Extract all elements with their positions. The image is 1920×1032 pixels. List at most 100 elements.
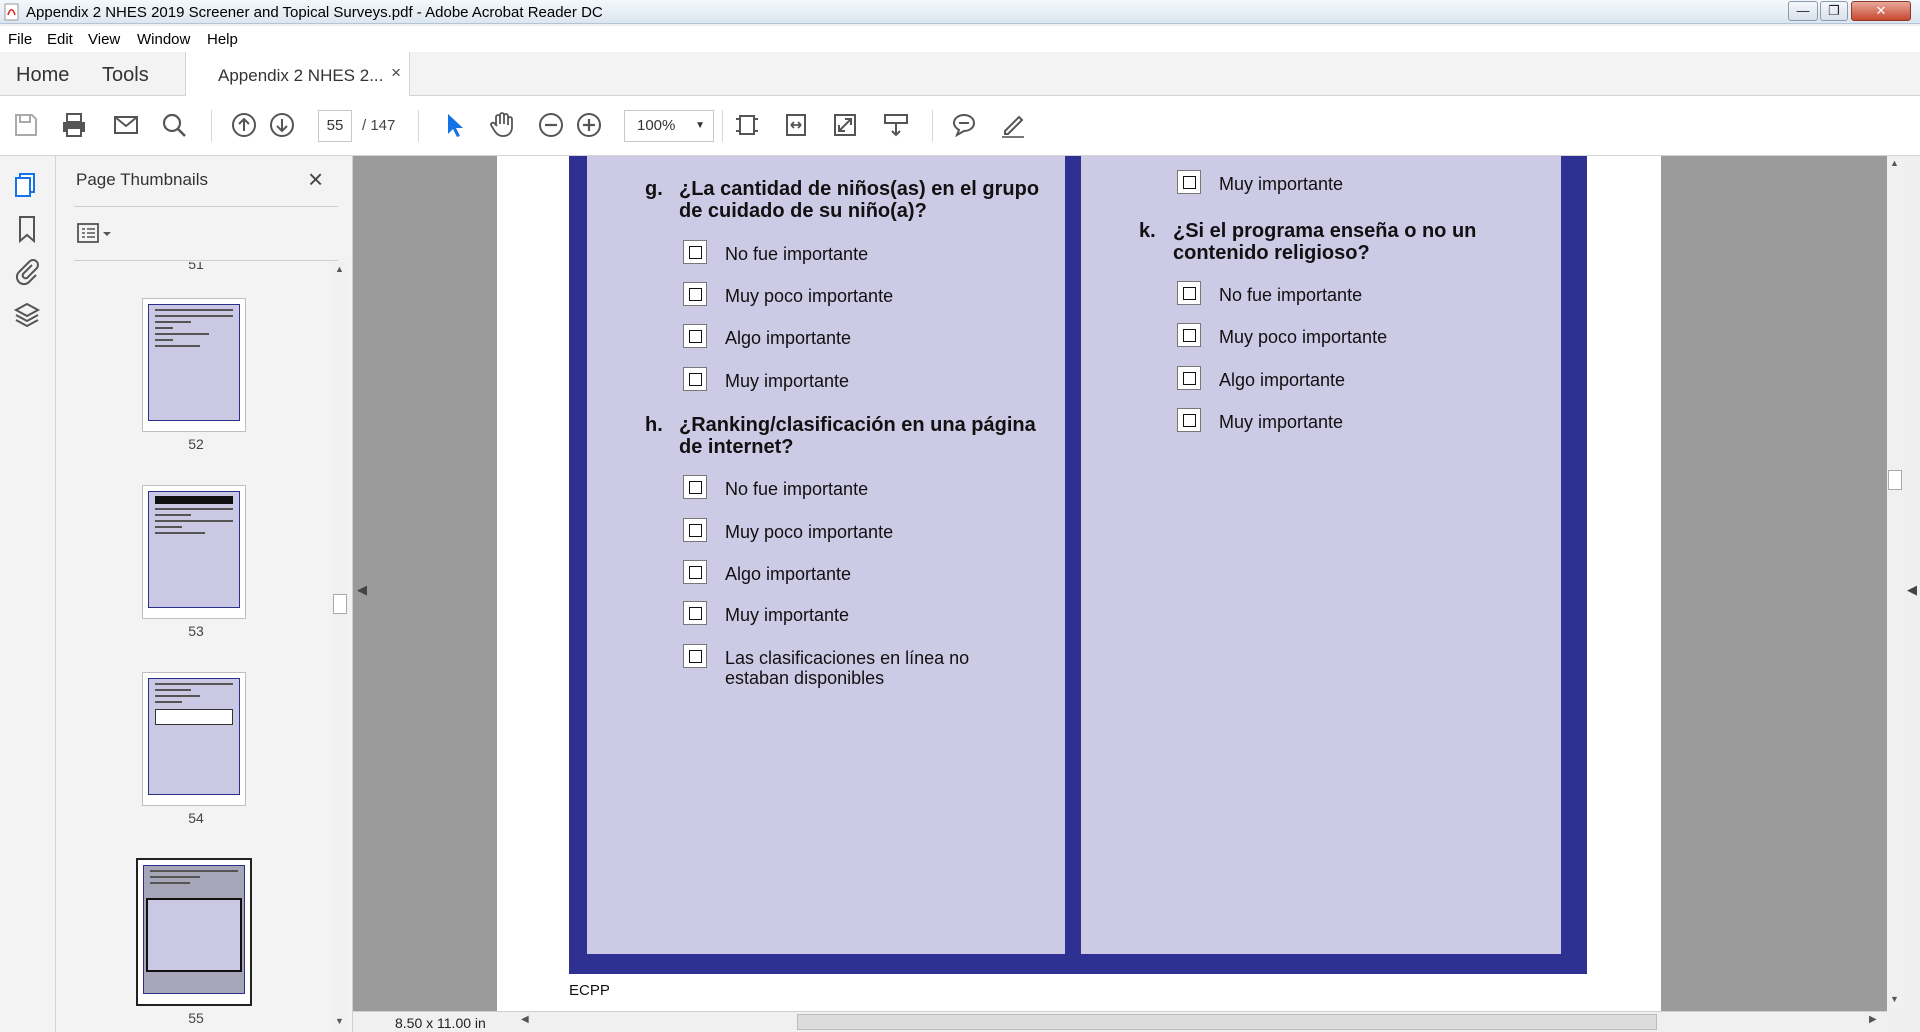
document-tab-label: Appendix 2 NHES 2...	[218, 66, 384, 85]
checkbox[interactable]	[1177, 366, 1201, 390]
right-pane: ▲ ▼ ◀	[1887, 156, 1920, 1032]
scroll-down-arrow-icon[interactable]: ▼	[1890, 994, 1899, 1004]
thumbnail-list: 51 52 53 54 55	[56, 262, 332, 1032]
checkbox[interactable]	[1177, 170, 1201, 194]
checkbox[interactable]	[683, 282, 707, 306]
option-label: Muy importante	[1219, 412, 1344, 432]
scrolling-mode-icon[interactable]	[880, 109, 912, 141]
search-icon[interactable]	[158, 109, 190, 141]
fit-width-icon[interactable]	[780, 109, 812, 141]
document-viewer[interactable]: ◀ g. ¿La cantidad de niños(as) en el gru…	[353, 156, 1887, 1011]
page-thumbnails-panel: Page Thumbnails × 51 52 53 54 55 ▲ ▼	[56, 156, 353, 1032]
email-icon[interactable]	[110, 109, 142, 141]
option-label: Algo importante	[725, 328, 852, 348]
expand-right-panel-icon[interactable]: ◀	[1907, 582, 1917, 598]
close-window-button[interactable]: ✕	[1851, 1, 1911, 21]
option-label: Algo importante	[1219, 370, 1346, 390]
question-letter: k.	[1139, 220, 1156, 242]
print-icon[interactable]	[58, 109, 90, 141]
thumbnail-scrollbar[interactable]: ▲ ▼	[332, 262, 348, 1032]
zoom-out-icon[interactable]	[535, 109, 567, 141]
scroll-left-arrow-icon[interactable]: ◀	[521, 1014, 529, 1025]
collapse-left-panel-icon[interactable]: ◀	[357, 582, 367, 598]
question-text: ¿La cantidad de niños(as) en el grupo de…	[679, 178, 1040, 222]
scroll-right-arrow-icon[interactable]: ▶	[1869, 1014, 1877, 1025]
attachment-icon[interactable]	[12, 256, 42, 286]
thumbnail-options-icon[interactable]	[76, 220, 116, 246]
checkbox[interactable]	[683, 367, 707, 391]
option-label: Muy importante	[725, 605, 850, 625]
toolbar: 55 / 147 100% ▼	[0, 96, 1920, 156]
thumbnail-page-number: 52	[188, 436, 204, 452]
minimize-button[interactable]: —	[1788, 1, 1818, 21]
checkbox[interactable]	[683, 240, 707, 264]
menu-bar: File Edit View Window Help	[0, 26, 1920, 52]
form-frame: g. ¿La cantidad de niños(as) en el grupo…	[569, 156, 1587, 974]
menu-view[interactable]: View	[88, 31, 120, 48]
maximize-button[interactable]: ❐	[1820, 1, 1848, 21]
page-footer-label: ECPP	[569, 982, 610, 999]
window-title: Appendix 2 NHES 2019 Screener and Topica…	[26, 4, 603, 21]
toolbar-separator	[418, 110, 419, 142]
select-tool-icon[interactable]	[438, 109, 470, 141]
scroll-down-arrow-icon[interactable]: ▼	[335, 1016, 344, 1026]
highlight-pen-icon[interactable]	[997, 109, 1029, 141]
page-number-input[interactable]: 55	[318, 110, 352, 142]
option-label: Muy poco importante	[1219, 327, 1388, 347]
page-thumbnail[interactable]	[142, 485, 246, 619]
option-label: Muy importante	[1219, 174, 1344, 194]
scroll-thumb[interactable]	[333, 594, 347, 614]
close-panel-icon[interactable]: ×	[308, 164, 323, 195]
checkbox[interactable]	[683, 560, 707, 584]
fit-page-icon[interactable]	[731, 109, 763, 141]
previous-page-icon[interactable]	[228, 109, 260, 141]
hand-tool-icon[interactable]	[486, 109, 518, 141]
comment-icon[interactable]	[948, 109, 980, 141]
checkbox[interactable]	[683, 601, 707, 625]
scroll-up-arrow-icon[interactable]: ▲	[1890, 158, 1899, 168]
horizontal-scroll-thumb[interactable]	[797, 1014, 1657, 1030]
panel-title: Page Thumbnails	[76, 170, 208, 189]
checkbox[interactable]	[1177, 281, 1201, 305]
scroll-up-arrow-icon[interactable]: ▲	[335, 264, 344, 274]
checkbox[interactable]	[1177, 323, 1201, 347]
title-bar: Appendix 2 NHES 2019 Screener and Topica…	[0, 0, 1920, 24]
checkbox[interactable]	[683, 475, 707, 499]
thumbnail-page-number: 55	[188, 1010, 204, 1026]
layers-icon[interactable]	[12, 300, 42, 330]
page-thumbnail-current[interactable]	[136, 858, 252, 1006]
tab-tools[interactable]: Tools	[102, 64, 149, 87]
checkbox[interactable]	[683, 324, 707, 348]
option-label: Muy poco importante	[725, 286, 894, 306]
zoom-select[interactable]: 100% ▼	[624, 110, 714, 142]
menu-file[interactable]: File	[8, 31, 32, 48]
close-tab-icon[interactable]: ×	[391, 63, 401, 83]
left-column: g. ¿La cantidad de niños(as) en el grupo…	[587, 156, 1065, 954]
checkbox[interactable]	[683, 518, 707, 542]
option-label: Muy poco importante	[725, 522, 894, 542]
page-thumbnails-icon[interactable]	[12, 170, 42, 200]
zoom-in-icon[interactable]	[573, 109, 605, 141]
full-screen-icon[interactable]	[829, 109, 861, 141]
page-thumbnail[interactable]	[142, 298, 246, 432]
tab-home[interactable]: Home	[16, 64, 69, 87]
page-thumbnail[interactable]	[142, 672, 246, 806]
toolbar-separator	[211, 110, 212, 142]
tab-document[interactable]: Appendix 2 NHES 2... ×	[185, 52, 410, 97]
zoom-value: 100%	[637, 117, 676, 134]
next-page-icon[interactable]	[266, 109, 298, 141]
menu-help[interactable]: Help	[207, 31, 238, 48]
chevron-down-icon: ▼	[695, 120, 705, 131]
bookmark-icon[interactable]	[12, 214, 42, 244]
menu-edit[interactable]: Edit	[47, 31, 73, 48]
option-label: No fue importante	[1219, 285, 1363, 305]
scroll-thumb[interactable]	[1888, 470, 1902, 490]
tab-bar: Home Tools Appendix 2 NHES 2... ×	[0, 52, 1920, 97]
option-label: Algo importante	[725, 564, 852, 584]
menu-window[interactable]: Window	[137, 31, 190, 48]
checkbox[interactable]	[683, 644, 707, 668]
document-scrollbar[interactable]: ▲ ▼	[1887, 156, 1903, 1011]
thumbnail-page-number: 54	[188, 810, 204, 826]
checkbox[interactable]	[1177, 408, 1201, 432]
save-icon[interactable]	[10, 109, 42, 141]
